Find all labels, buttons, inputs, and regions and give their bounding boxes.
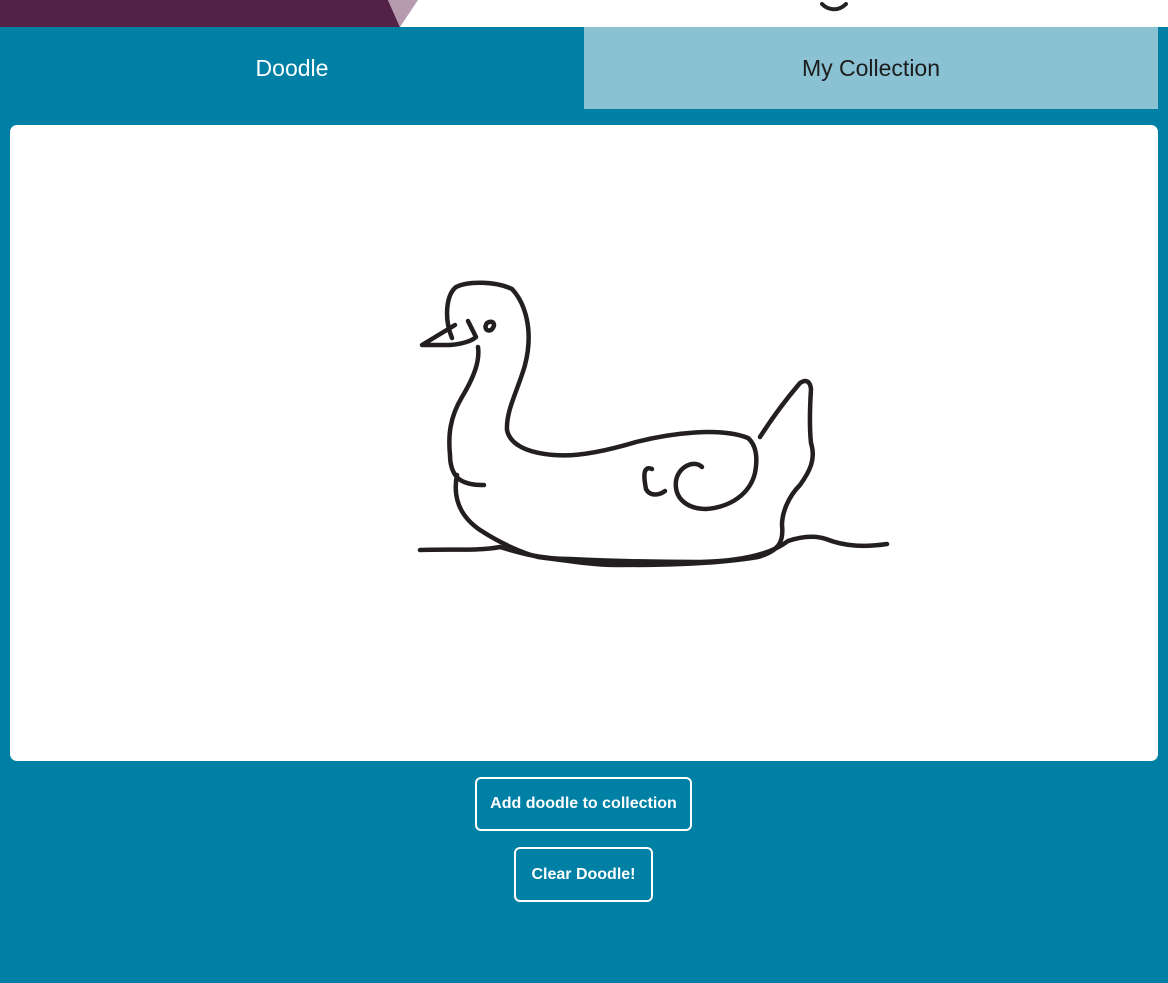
header-logo-fragment bbox=[820, 2, 848, 12]
page-header bbox=[0, 0, 1168, 27]
header-band-shape bbox=[0, 0, 400, 27]
header-banner bbox=[0, 0, 848, 27]
swan-doodle-icon bbox=[417, 280, 890, 568]
swan-wing-curl-path bbox=[642, 466, 668, 497]
tab-my-collection[interactable]: My Collection bbox=[584, 27, 1158, 109]
swan-eye-path bbox=[483, 319, 497, 333]
drawing-canvas[interactable] bbox=[10, 125, 1158, 761]
swan-outline-path bbox=[444, 280, 759, 512]
clear-doodle-button[interactable]: Clear Doodle! bbox=[514, 847, 653, 902]
add-doodle-button[interactable]: Add doodle to collection bbox=[475, 777, 692, 831]
tab-doodle[interactable]: Doodle bbox=[0, 27, 584, 109]
tab-bar: Doodle My Collection bbox=[0, 27, 1168, 109]
water-line-path bbox=[417, 534, 890, 565]
swan-neck-path bbox=[447, 344, 487, 488]
